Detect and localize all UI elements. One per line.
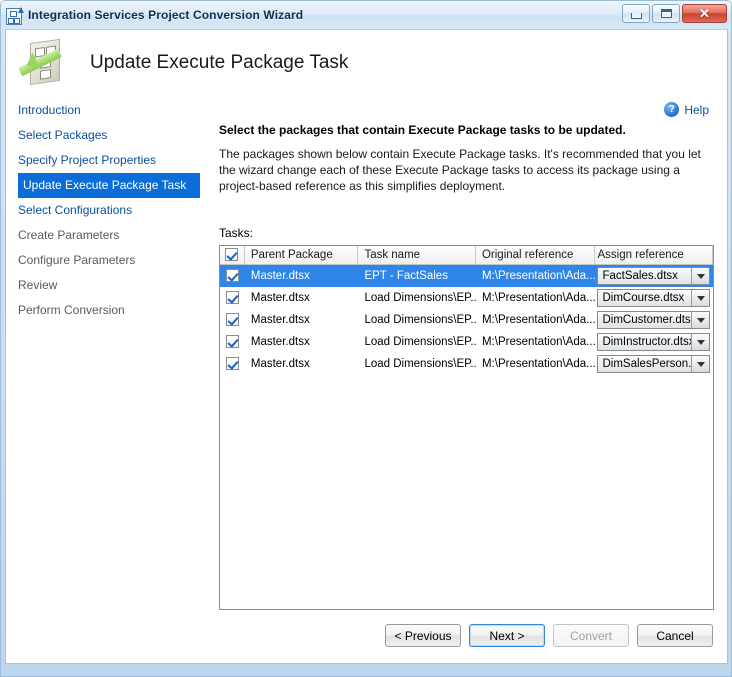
column-header-assign-reference[interactable]: Assign reference <box>595 246 713 264</box>
maximize-button[interactable] <box>652 4 680 23</box>
tasks-label: Tasks: <box>219 226 254 240</box>
assign-reference-dropdown[interactable]: DimSalesPerson.... <box>597 355 711 373</box>
row-select-cell[interactable] <box>220 332 245 353</box>
cell-task-name: Load Dimensions\EP... <box>364 335 476 348</box>
cancel-button[interactable]: Cancel <box>637 624 713 647</box>
row-checkbox[interactable] <box>225 334 239 348</box>
chevron-down-icon[interactable] <box>691 356 710 372</box>
cell-parent-package: Master.dtsx <box>250 357 310 370</box>
table-row[interactable]: Master.dtsx EPT - FactSales M:\Presentat… <box>220 265 713 287</box>
sidebar-item-perform-conversion: Perform Conversion <box>18 303 125 317</box>
convert-button: Convert <box>553 624 629 647</box>
maximize-icon <box>660 9 672 18</box>
cell-parent-package: Master.dtsx <box>250 269 310 282</box>
column-header-parent-package[interactable]: Parent Package <box>245 246 359 264</box>
select-all-checkbox[interactable] <box>225 248 239 262</box>
row-select-cell[interactable] <box>220 266 245 287</box>
cell-task-name: EPT - FactSales <box>364 269 448 282</box>
assign-reference-dropdown[interactable]: DimCustomer.dtsx <box>597 311 711 329</box>
cell-task-name: Load Dimensions\EP... <box>364 291 476 304</box>
row-select-cell[interactable] <box>220 288 245 309</box>
chevron-down-icon[interactable] <box>691 312 710 328</box>
cell-parent-package: Master.dtsx <box>250 313 310 326</box>
table-row[interactable]: Master.dtsx Load Dimensions\EP... M:\Pre… <box>220 353 713 375</box>
cell-original-reference: M:\Presentation\Ada... <box>481 357 596 370</box>
sidebar-item-select-packages[interactable]: Select Packages <box>6 123 212 148</box>
window-controls: ✕ <box>622 4 727 23</box>
client-area: Update Execute Package Task ? Help Intro… <box>5 29 728 664</box>
wizard-buttons: < Previous Next > Convert Cancel <box>385 624 713 647</box>
sidebar-item-introduction[interactable]: Introduction <box>6 98 212 123</box>
table-row[interactable]: Master.dtsx Load Dimensions\EP... M:\Pre… <box>220 287 713 309</box>
assign-reference-value: FactSales.dtsx <box>602 270 678 282</box>
cell-assign-reference: DimCustomer.dtsx <box>595 311 713 329</box>
help-label: Help <box>684 102 709 117</box>
table-row[interactable]: Master.dtsx Load Dimensions\EP... M:\Pre… <box>220 331 713 353</box>
cell-assign-reference: FactSales.dtsx <box>595 267 713 285</box>
row-checkbox[interactable] <box>225 268 239 282</box>
cell-parent-package: Master.dtsx <box>250 335 310 348</box>
chevron-down-icon[interactable] <box>691 334 710 350</box>
assign-reference-value: DimSalesPerson.... <box>602 358 692 370</box>
column-header-original-reference[interactable]: Original reference <box>476 246 596 264</box>
row-checkbox[interactable] <box>225 290 239 304</box>
cell-original-reference: M:\Presentation\Ada... <box>481 313 596 326</box>
help-icon: ? <box>664 102 680 117</box>
minimize-button[interactable] <box>622 4 650 23</box>
page-title: Update Execute Package Task <box>90 52 349 73</box>
row-select-cell[interactable] <box>220 354 245 375</box>
row-checkbox[interactable] <box>225 356 239 370</box>
footer-bar: < Previous Next > Convert Cancel <box>6 617 727 663</box>
wizard-step-nav: Introduction Select Packages Specify Pro… <box>6 98 212 323</box>
assign-reference-value: DimCustomer.dtsx <box>602 314 692 326</box>
sidebar-item-specify-project-properties[interactable]: Specify Project Properties <box>6 148 212 173</box>
column-header-task-name[interactable]: Task name <box>358 246 476 264</box>
cell-assign-reference: DimCourse.dtsx <box>595 289 713 307</box>
cell-original-reference: M:\Presentation\Ada... <box>481 269 596 282</box>
assign-reference-dropdown[interactable]: FactSales.dtsx <box>597 267 711 285</box>
cell-assign-reference: DimInstructor.dtsx <box>595 333 713 351</box>
tasks-grid: Parent Package Task name Original refere… <box>219 245 714 610</box>
close-button[interactable]: ✕ <box>682 4 727 23</box>
assign-reference-dropdown[interactable]: DimInstructor.dtsx <box>597 333 711 351</box>
main-description: The packages shown below contain Execute… <box>219 147 701 193</box>
sidebar-item-review: Review <box>18 278 58 292</box>
minimize-icon <box>630 13 642 19</box>
cell-assign-reference: DimSalesPerson.... <box>595 355 713 373</box>
page-header: Update Execute Package Task <box>6 30 727 96</box>
next-button[interactable]: Next > <box>469 624 545 647</box>
sidebar-item-select-configurations[interactable]: Select Configurations <box>6 198 212 223</box>
table-row[interactable]: Master.dtsx Load Dimensions\EP... M:\Pre… <box>220 309 713 331</box>
wizard-hierarchy-icon <box>6 6 24 25</box>
sidebar-item-configure-parameters: Configure Parameters <box>18 253 136 267</box>
row-checkbox[interactable] <box>225 312 239 326</box>
assign-reference-value: DimInstructor.dtsx <box>602 336 692 348</box>
chevron-down-icon[interactable] <box>691 290 710 306</box>
assign-reference-value: DimCourse.dtsx <box>602 292 685 304</box>
close-icon: ✕ <box>699 6 710 21</box>
help-link[interactable]: ? Help <box>664 102 709 117</box>
select-all-cell[interactable] <box>220 246 245 264</box>
window-title: Integration Services Project Conversion … <box>28 8 304 22</box>
main-pane: Select the packages that contain Execute… <box>219 123 719 610</box>
cell-parent-package: Master.dtsx <box>250 291 310 304</box>
cell-task-name: Load Dimensions\EP... <box>364 313 476 326</box>
chevron-down-icon[interactable] <box>691 268 710 284</box>
assign-reference-dropdown[interactable]: DimCourse.dtsx <box>597 289 711 307</box>
cell-task-name: Load Dimensions\EP... <box>364 357 476 370</box>
sidebar-item-create-parameters: Create Parameters <box>18 228 120 242</box>
wizard-window: Integration Services Project Conversion … <box>0 0 732 677</box>
grid-header-row: Parent Package Task name Original refere… <box>220 246 713 265</box>
title-bar: Integration Services Project Conversion … <box>1 1 731 29</box>
cell-original-reference: M:\Presentation\Ada... <box>481 335 596 348</box>
package-arrow-icon <box>16 38 70 88</box>
previous-button[interactable]: < Previous <box>385 624 461 647</box>
row-select-cell[interactable] <box>220 310 245 331</box>
cell-original-reference: M:\Presentation\Ada... <box>481 291 596 304</box>
main-heading: Select the packages that contain Execute… <box>219 123 626 137</box>
sidebar-item-update-execute-package-task[interactable]: Update Execute Package Task <box>18 173 200 198</box>
